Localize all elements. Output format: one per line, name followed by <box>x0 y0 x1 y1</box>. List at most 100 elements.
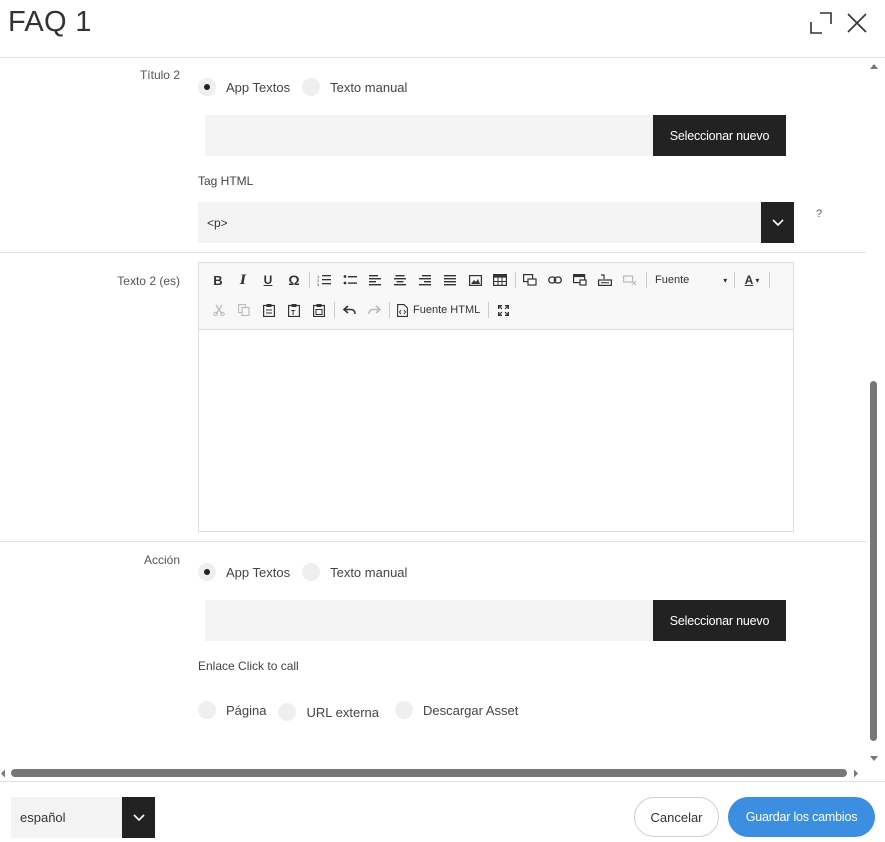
radio-unchecked-icon[interactable] <box>302 78 321 96</box>
dialog-footer: español Cancelar Guardar los cambios <box>0 781 885 842</box>
iframe-icon[interactable] <box>572 271 588 289</box>
tag-html-select[interactable]: <p> <box>198 202 794 243</box>
source-html-label: Fuente HTML <box>413 304 481 316</box>
caret-down-icon: ▾ <box>723 275 728 285</box>
embed-icon[interactable] <box>597 271 613 289</box>
accion-text-field[interactable] <box>205 600 653 641</box>
chevron-down-icon[interactable] <box>761 202 794 243</box>
table-icon[interactable] <box>492 271 508 289</box>
language-select[interactable]: español <box>11 797 155 838</box>
link-type-download-asset[interactable]: Descargar Asset <box>394 701 519 719</box>
section-divider <box>0 252 866 253</box>
help-icon[interactable]: ? <box>816 208 822 220</box>
accion-radio-app-label: App Textos <box>226 564 291 580</box>
radio-unchecked-icon[interactable] <box>302 563 321 581</box>
radio-unchecked-icon[interactable] <box>198 701 216 719</box>
scroll-right-icon[interactable] <box>853 769 859 778</box>
tag-html-label: Tag HTML <box>198 174 254 188</box>
expand-icon[interactable] <box>808 10 834 36</box>
scroll-down-icon[interactable] <box>869 755 879 762</box>
horizontal-scroll-thumb[interactable] <box>11 769 847 777</box>
toolbar-separator <box>309 272 310 288</box>
radio-unchecked-icon[interactable] <box>394 701 413 719</box>
numbered-list-icon[interactable]: 123 <box>316 271 332 289</box>
texto2-label: Texto 2 (es) <box>117 274 180 288</box>
align-right-icon[interactable] <box>417 271 433 289</box>
cut-icon[interactable] <box>211 301 227 319</box>
accion-radio-manual[interactable]: Texto manual <box>302 563 407 581</box>
toolbar-separator <box>488 302 489 318</box>
titulo2-label: Título 2 <box>139 68 180 82</box>
maximize-icon[interactable] <box>495 301 511 319</box>
chevron-down-icon[interactable] <box>122 797 155 838</box>
align-center-icon[interactable] <box>392 271 408 289</box>
source-html-button[interactable]: Fuente HTML <box>397 301 481 319</box>
language-value: español <box>20 810 66 825</box>
font-select-label: Fuente <box>655 274 690 286</box>
toolbar-separator <box>334 302 335 318</box>
link-type-page[interactable]: Página <box>198 701 266 719</box>
paste-word-icon[interactable] <box>311 301 327 319</box>
titulo2-radio-manual-label: Texto manual <box>330 79 408 95</box>
unlink-icon[interactable] <box>622 271 638 289</box>
titulo2-select-new-button[interactable]: Seleccionar nuevo <box>653 115 786 156</box>
italic-icon[interactable]: I <box>236 271 250 289</box>
link-icon[interactable] <box>547 271 563 289</box>
link-type-page-label: Página <box>226 702 267 718</box>
dialog-title: FAQ 1 <box>8 6 92 38</box>
anchor-icon[interactable] <box>522 271 538 289</box>
special-char-icon[interactable]: Ω <box>286 271 302 289</box>
undo-icon[interactable] <box>341 301 357 319</box>
scroll-left-icon[interactable] <box>0 769 6 778</box>
radio-unchecked-icon[interactable] <box>278 703 297 721</box>
dialog-header: FAQ 1 <box>0 0 885 58</box>
font-select[interactable]: Fuente ▾ <box>655 271 727 289</box>
accion-radio-app[interactable]: App Textos <box>198 563 290 581</box>
link-type-download-asset-label: Descargar Asset <box>422 702 519 718</box>
link-type-radio-group: Página URL externa Descargar Asset <box>198 699 530 721</box>
text-color-icon[interactable]: A ▾ <box>741 271 763 289</box>
bold-icon[interactable]: B <box>211 271 225 289</box>
editor-toolbar: B I U Ω 123 Fuente ▾ A ▾ T Fuente HTML <box>199 263 793 330</box>
redo-icon[interactable] <box>366 301 382 319</box>
editor-text-area[interactable] <box>199 330 793 531</box>
paste-text-icon[interactable]: T <box>286 301 302 319</box>
vertical-scroll-thumb[interactable] <box>870 381 877 741</box>
titulo2-radio-app-label: App Textos <box>226 79 291 95</box>
align-justify-icon[interactable] <box>442 271 458 289</box>
bullet-list-icon[interactable] <box>342 271 358 289</box>
image-icon[interactable] <box>467 271 483 289</box>
align-left-icon[interactable] <box>367 271 383 289</box>
radio-checked-icon[interactable] <box>198 563 216 581</box>
titulo2-radio-manual[interactable]: Texto manual <box>302 78 407 96</box>
scroll-up-icon[interactable] <box>869 63 879 70</box>
tag-html-value: <p> <box>207 216 228 230</box>
svg-text:3: 3 <box>317 282 320 286</box>
titulo2-radio-app[interactable]: App Textos <box>198 78 290 96</box>
svg-text:T: T <box>291 310 296 317</box>
toolbar-separator <box>734 272 735 288</box>
underline-icon[interactable]: U <box>261 271 275 289</box>
toolbar-separator <box>515 272 516 288</box>
accion-radio-manual-label: Texto manual <box>330 564 408 580</box>
close-icon[interactable] <box>844 10 870 36</box>
section-divider <box>0 541 866 542</box>
accion-radio-group: App Textos Texto manual <box>198 563 419 581</box>
accion-label: Acción <box>143 553 180 567</box>
rich-text-editor: B I U Ω 123 Fuente ▾ A ▾ T Fuente HTML <box>198 262 794 532</box>
toolbar-separator <box>769 272 770 288</box>
cancel-button[interactable]: Cancelar <box>634 797 719 837</box>
accion-select-new-button[interactable]: Seleccionar nuevo <box>653 600 786 641</box>
link-type-external-url[interactable]: URL externa <box>278 703 379 721</box>
radio-checked-icon[interactable] <box>198 78 216 96</box>
titulo2-text-field[interactable] <box>205 115 653 156</box>
copy-icon[interactable] <box>236 301 252 319</box>
source-icon <box>397 303 408 317</box>
click-to-call-label: Enlace Click to call <box>198 659 299 673</box>
paste-icon[interactable] <box>261 301 277 319</box>
save-changes-button[interactable]: Guardar los cambios <box>728 797 875 837</box>
toolbar-separator <box>646 272 647 288</box>
text-color-label: A <box>744 273 754 287</box>
vertical-scrollbar[interactable] <box>866 59 885 766</box>
horizontal-scrollbar[interactable] <box>0 766 866 781</box>
